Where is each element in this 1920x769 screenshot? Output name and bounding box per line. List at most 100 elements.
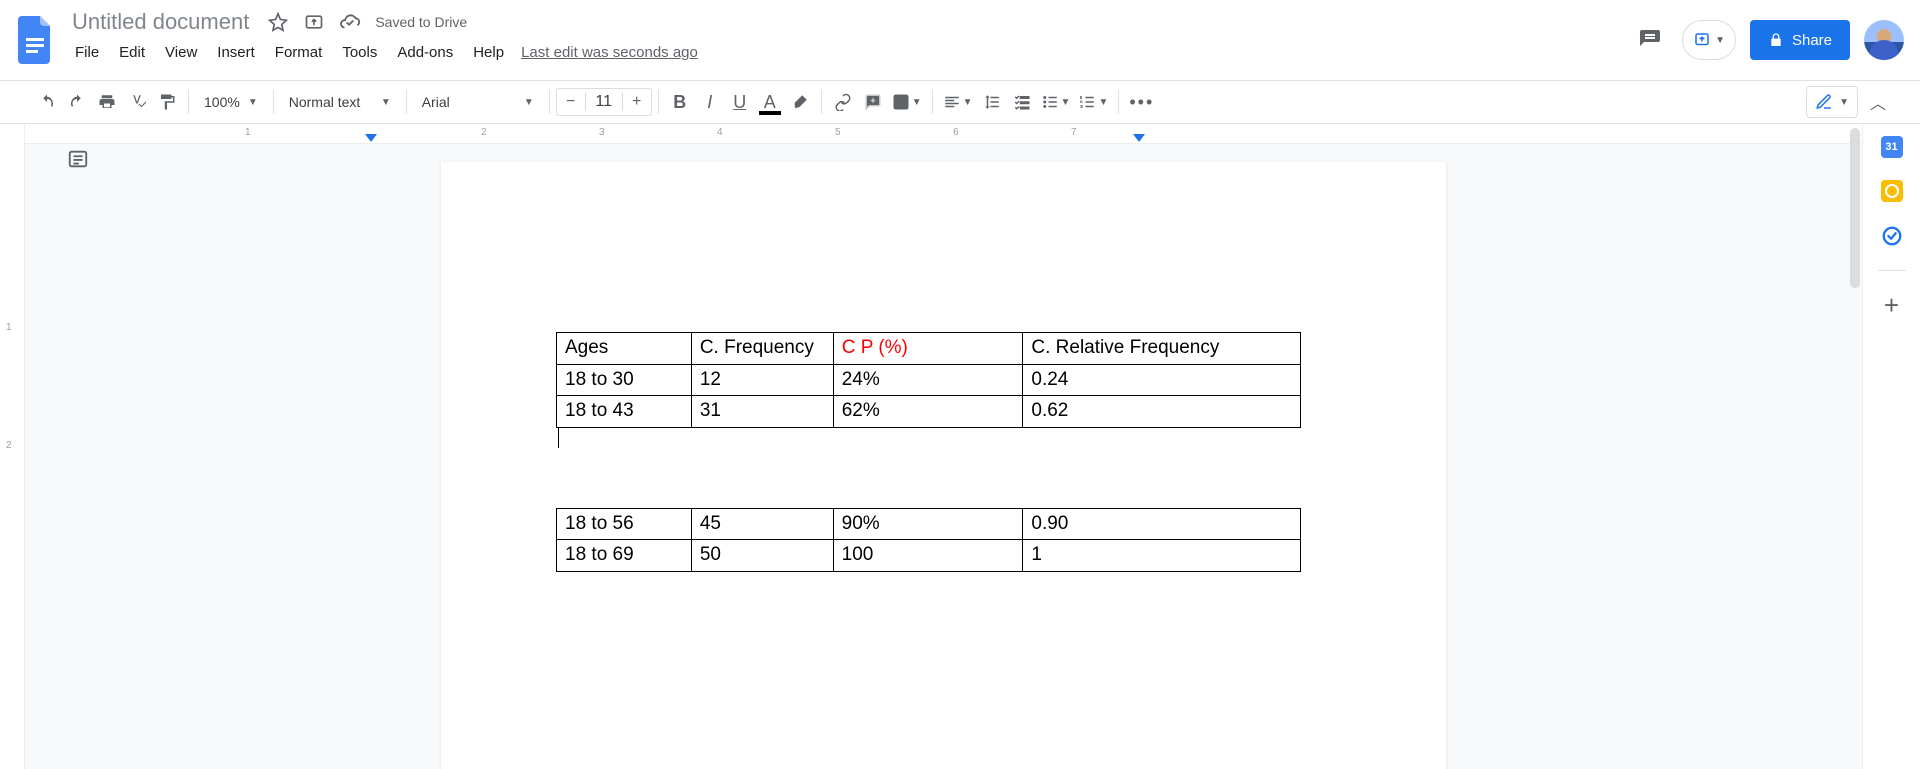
h-ruler-tick: 4	[717, 127, 723, 138]
vertical-scrollbar[interactable]	[1850, 128, 1860, 288]
cell-cp[interactable]: 62%	[833, 396, 1023, 428]
font-dropdown[interactable]: Arial▼	[413, 87, 543, 117]
menu-format[interactable]: Format	[266, 38, 332, 67]
paint-format-button[interactable]	[152, 87, 182, 117]
table-row[interactable]: 18 to 56 45 90% 0.90	[557, 508, 1301, 540]
cell-cp[interactable]: 24%	[833, 364, 1023, 396]
bulleted-list-button[interactable]: ▼	[1037, 87, 1075, 117]
line-spacing-button[interactable]	[977, 87, 1007, 117]
highlight-button[interactable]	[785, 87, 815, 117]
font-size-control: − 11 +	[556, 88, 652, 116]
show-outline-button[interactable]	[67, 148, 89, 170]
h-ruler-tick: 6	[953, 127, 959, 138]
font-size-input[interactable]: 11	[585, 93, 623, 111]
tasks-addon-icon[interactable]	[1880, 224, 1904, 248]
cell-cfreq[interactable]: 12	[691, 364, 833, 396]
spellcheck-button[interactable]	[122, 87, 152, 117]
right-indent-marker[interactable]	[1133, 134, 1145, 142]
v-ruler-tick: 2	[6, 440, 12, 451]
vertical-ruler[interactable]: 1 2	[0, 124, 25, 769]
font-size-increase[interactable]: +	[623, 93, 651, 111]
calendar-addon-icon[interactable]: 31	[1881, 136, 1903, 158]
menu-view[interactable]: View	[156, 38, 206, 67]
font-size-decrease[interactable]: −	[557, 93, 585, 111]
cloud-saved-icon[interactable]	[337, 9, 363, 35]
cell-cp[interactable]: 90%	[833, 508, 1023, 540]
horizontal-ruler[interactable]: 1 2 3 4 5 6 7	[25, 124, 1862, 144]
underline-button[interactable]: U	[725, 87, 755, 117]
header-cfreq[interactable]: C. Frequency	[691, 333, 833, 365]
h-ruler-tick: 5	[835, 127, 841, 138]
print-button[interactable]	[92, 87, 122, 117]
last-edit-link[interactable]: Last edit was seconds ago	[521, 44, 698, 61]
zoom-dropdown[interactable]: 100%▼	[195, 87, 267, 117]
doc-table-1[interactable]: Ages C. Frequency C P (%) C. Relative Fr…	[556, 332, 1301, 428]
redo-button[interactable]	[62, 87, 92, 117]
table-header-row[interactable]: Ages C. Frequency C P (%) C. Relative Fr…	[557, 333, 1301, 365]
h-ruler-tick: 3	[599, 127, 605, 138]
header-crel[interactable]: C. Relative Frequency	[1023, 333, 1301, 365]
menu-addons[interactable]: Add-ons	[388, 38, 462, 67]
move-icon[interactable]	[301, 9, 327, 35]
header-ages[interactable]: Ages	[557, 333, 692, 365]
cell-crel[interactable]: 0.62	[1023, 396, 1301, 428]
more-tools-button[interactable]: •••	[1125, 87, 1158, 117]
keep-addon-icon[interactable]	[1881, 180, 1903, 202]
menu-insert[interactable]: Insert	[208, 38, 264, 67]
menu-edit[interactable]: Edit	[110, 38, 154, 67]
open-comments-button[interactable]	[1632, 22, 1668, 58]
table-row[interactable]: 18 to 30 12 24% 0.24	[557, 364, 1301, 396]
insert-link-button[interactable]	[828, 87, 858, 117]
toolbar: 100%▼ Normal text▼ Arial▼ − 11 + B I U A…	[0, 80, 1920, 124]
cell-ages[interactable]: 18 to 43	[557, 396, 692, 428]
menu-tools[interactable]: Tools	[333, 38, 386, 67]
document-title-input[interactable]: Untitled document	[66, 7, 255, 37]
undo-button[interactable]	[32, 87, 62, 117]
present-button[interactable]: ▼	[1682, 20, 1736, 60]
cell-ages[interactable]: 18 to 56	[557, 508, 692, 540]
numbered-list-button[interactable]: ▼	[1074, 87, 1112, 117]
bold-button[interactable]: B	[665, 87, 695, 117]
checklist-button[interactable]	[1007, 87, 1037, 117]
menu-bar: File Edit View Insert Format Tools Add-o…	[66, 38, 1632, 67]
hide-menus-button[interactable]: ︿	[1864, 84, 1892, 120]
saved-status-text: Saved to Drive	[375, 14, 467, 30]
cell-cp[interactable]: 100	[833, 540, 1023, 572]
doc-table-2[interactable]: 18 to 56 45 90% 0.90 18 to 69 50 100 1	[556, 508, 1301, 572]
text-color-button[interactable]: A	[755, 87, 785, 117]
cell-crel[interactable]: 0.24	[1023, 364, 1301, 396]
text-cursor	[558, 428, 559, 448]
cell-cfreq[interactable]: 45	[691, 508, 833, 540]
insert-image-button[interactable]: ▼	[888, 87, 926, 117]
styles-dropdown[interactable]: Normal text▼	[280, 87, 400, 117]
h-ruler-tick: 1	[245, 127, 251, 138]
left-indent-marker[interactable]	[365, 134, 377, 142]
menu-help[interactable]: Help	[464, 38, 513, 67]
header-cp[interactable]: C P (%)	[833, 333, 1023, 365]
share-label: Share	[1792, 32, 1832, 49]
add-comment-button[interactable]	[858, 87, 888, 117]
get-addons-button[interactable]: +	[1880, 293, 1904, 317]
table-row[interactable]: 18 to 69 50 100 1	[557, 540, 1301, 572]
account-avatar[interactable]	[1864, 20, 1904, 60]
workspace: 1 2 1 2 3 4 5 6 7 Ages C. Frequency C P …	[0, 124, 1920, 769]
table-row[interactable]: 18 to 43 31 62% 0.62	[557, 396, 1301, 428]
cell-cfreq[interactable]: 50	[691, 540, 833, 572]
title-block: Untitled document Saved to Drive File Ed…	[66, 8, 1632, 67]
document-page[interactable]: Ages C. Frequency C P (%) C. Relative Fr…	[441, 162, 1446, 769]
side-panel: 31 +	[1862, 124, 1920, 769]
menu-file[interactable]: File	[66, 38, 108, 67]
document-canvas[interactable]: 1 2 3 4 5 6 7 Ages C. Frequency C P (%) …	[25, 124, 1862, 769]
cell-ages[interactable]: 18 to 30	[557, 364, 692, 396]
cell-crel[interactable]: 1	[1023, 540, 1301, 572]
cell-cfreq[interactable]: 31	[691, 396, 833, 428]
cell-ages[interactable]: 18 to 69	[557, 540, 692, 572]
share-button[interactable]: Share	[1750, 20, 1850, 60]
cell-crel[interactable]: 0.90	[1023, 508, 1301, 540]
docs-home-icon[interactable]	[16, 14, 56, 66]
align-button[interactable]: ▼	[939, 87, 977, 117]
editing-mode-button[interactable]: ▼	[1806, 86, 1858, 118]
v-ruler-tick: 1	[6, 322, 12, 333]
italic-button[interactable]: I	[695, 87, 725, 117]
star-icon[interactable]	[265, 9, 291, 35]
